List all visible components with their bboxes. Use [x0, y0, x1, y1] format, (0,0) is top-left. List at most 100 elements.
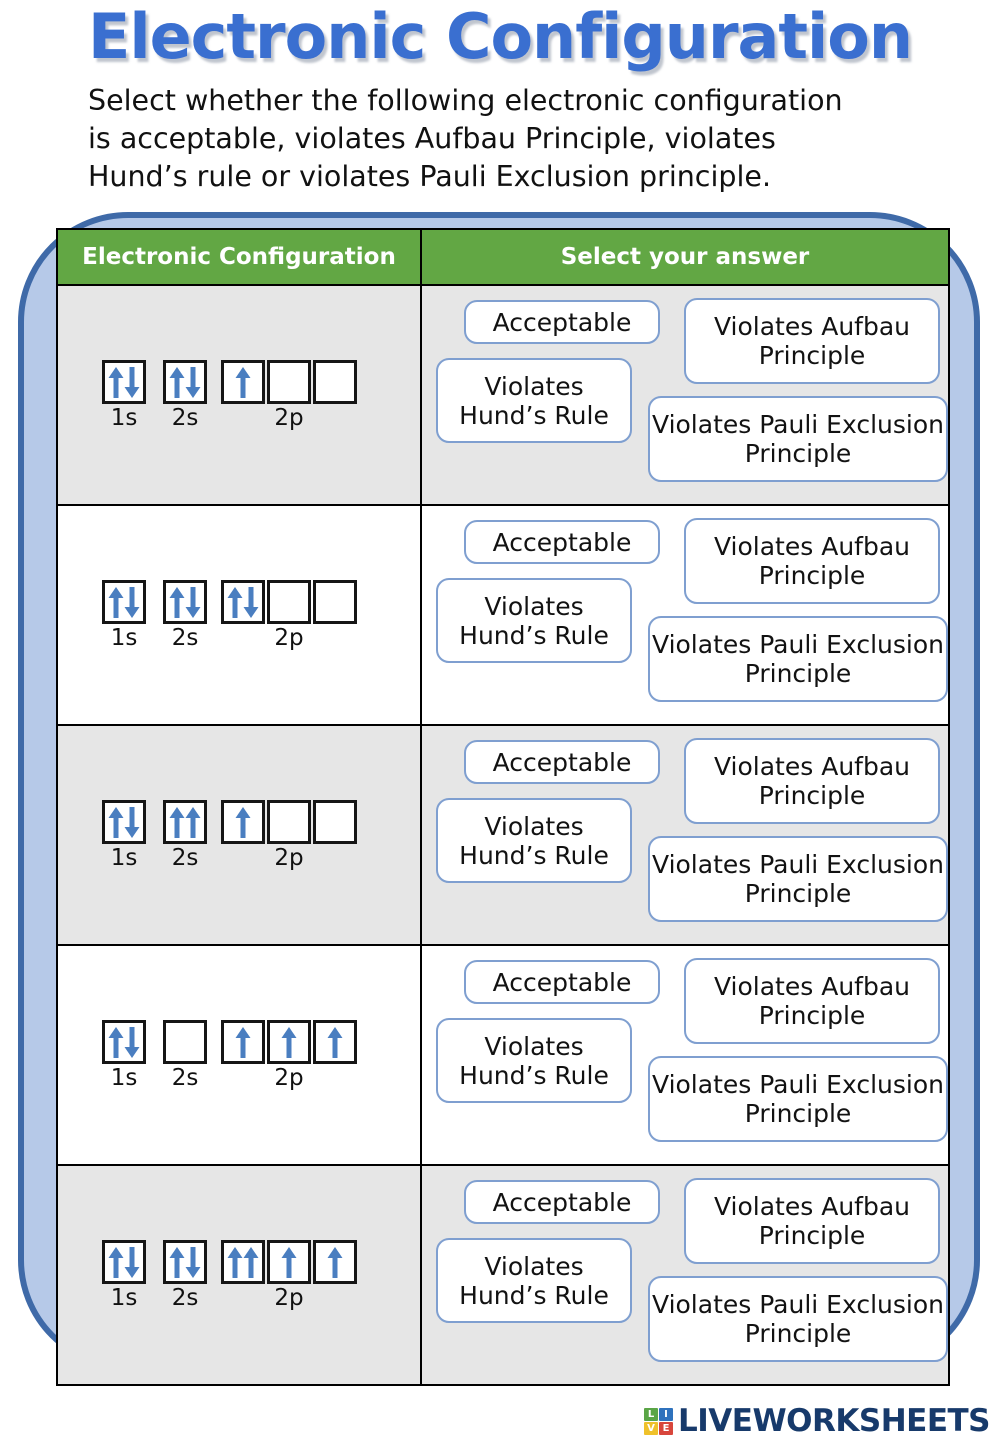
logo-letter-l: L	[644, 1408, 658, 1421]
orbital-spin-paired	[163, 1240, 207, 1284]
answer-options-group: Acceptable Violates Hund’s Rule Violates A…	[422, 1166, 948, 1384]
answer-violates-hund-row2[interactable]: Violates Hund’s Rule	[436, 578, 632, 663]
orbital-label-s2: 2s	[171, 1065, 199, 1091]
orbital-group-s2: 2s	[163, 1240, 207, 1310]
orbital-spin-up	[221, 800, 265, 844]
orbital-spin-paired	[102, 1240, 146, 1284]
logo-letter-grid-icon: L I V E	[644, 1408, 673, 1435]
answer-violates-pauli-row1[interactable]: Violates Pauli Exclusion Principle	[648, 396, 948, 482]
page-title: Electronic Configuration	[88, 0, 913, 73]
table-row: 1s 2s 2p Acceptable Violates Hund’s Rule Viol…	[56, 284, 950, 506]
orbital-label-s1: 1s	[110, 625, 138, 651]
orbital-boxes	[102, 1240, 146, 1284]
answer-violates-aufbau-row1[interactable]: Violates Aufbau Principle	[684, 298, 940, 384]
orbital-empty	[313, 360, 357, 404]
orbital-empty	[267, 580, 311, 624]
answer-violates-hund-row5[interactable]: Violates Hund’s Rule	[436, 1238, 632, 1323]
orbital-group-s1: 1s	[102, 580, 146, 650]
worksheet-table-container: Electronic Configuration Select your ans…	[56, 228, 950, 1386]
instructions-text: Select whether the following electronic …	[88, 82, 948, 196]
table-row: 1s 2s 2p Acceptable Violates Hund’s Rule Viol…	[56, 944, 950, 1166]
answer-violates-pauli-row4[interactable]: Violates Pauli Exclusion Principle	[648, 1056, 948, 1142]
answer-violates-aufbau-row2[interactable]: Violates Aufbau Principle	[684, 518, 940, 604]
orbital-label-p2: 2p	[274, 1285, 304, 1311]
orbital-spin-paired	[102, 800, 146, 844]
orbital-spin-up	[267, 1020, 311, 1064]
answer-acceptable-row5[interactable]: Acceptable	[464, 1180, 660, 1224]
orbital-boxes	[102, 1020, 146, 1064]
orbital-spin-up	[313, 1020, 357, 1064]
instructions-line-3: Hund’s rule or violates Pauli Exclusion …	[88, 159, 771, 193]
orbital-label-p2: 2p	[274, 405, 304, 431]
instructions-line-1: Select whether the following electronic …	[88, 84, 843, 117]
answer-violates-hund-row3[interactable]: Violates Hund’s Rule	[436, 798, 632, 883]
orbital-group-p2: 2p	[221, 800, 357, 870]
orbital-label-p2: 2p	[274, 845, 304, 871]
configuration-cell: 1s 2s 2p	[56, 504, 422, 726]
orbital-empty	[163, 1020, 207, 1064]
answer-cell: Acceptable Violates Hund’s Rule Violates A…	[420, 504, 950, 726]
orbital-label-s2: 2s	[171, 1285, 199, 1311]
answer-violates-aufbau-row3[interactable]: Violates Aufbau Principle	[684, 738, 940, 824]
logo-letter-v: V	[644, 1422, 658, 1435]
orbital-boxes	[221, 1020, 357, 1064]
answer-acceptable-row3[interactable]: Acceptable	[464, 740, 660, 784]
table-row: 1s 2s 2p Acceptable Violates Hund’s Rule Viol…	[56, 504, 950, 726]
orbital-empty	[267, 800, 311, 844]
worksheet-table: Electronic Configuration Select your ans…	[56, 228, 950, 1386]
orbital-spin-paired	[102, 360, 146, 404]
answer-violates-hund-row1[interactable]: Violates Hund’s Rule	[436, 358, 632, 443]
header-electronic-configuration: Electronic Configuration	[56, 228, 422, 286]
orbital-group-s2: 2s	[163, 360, 207, 430]
orbital-boxes	[102, 800, 146, 844]
table-body: 1s 2s 2p Acceptable Violates Hund’s Rule Viol…	[56, 284, 950, 1386]
orbital-group-p2: 2p	[221, 580, 357, 650]
orbital-diagram-row1: 1s 2s 2p	[58, 360, 420, 430]
orbital-label-p2: 2p	[274, 625, 304, 651]
configuration-cell: 1s 2s 2p	[56, 1164, 422, 1386]
liveworksheets-logo: L I V E LIVEWORKSHEETS	[644, 1406, 991, 1437]
answer-violates-aufbau-row4[interactable]: Violates Aufbau Principle	[684, 958, 940, 1044]
orbital-spin-paired	[221, 580, 265, 624]
orbital-boxes	[102, 580, 146, 624]
orbital-label-s1: 1s	[110, 1065, 138, 1091]
orbital-group-s2: 2s	[163, 1020, 207, 1090]
orbital-spin-paired	[102, 1020, 146, 1064]
answer-violates-pauli-row5[interactable]: Violates Pauli Exclusion Principle	[648, 1276, 948, 1362]
answer-violates-pauli-row2[interactable]: Violates Pauli Exclusion Principle	[648, 616, 948, 702]
answer-acceptable-row4[interactable]: Acceptable	[464, 960, 660, 1004]
orbital-label-s1: 1s	[110, 845, 138, 871]
orbital-spin-paired	[163, 580, 207, 624]
answer-options-group: Acceptable Violates Hund’s Rule Violates A…	[422, 506, 948, 724]
configuration-cell: 1s 2s 2p	[56, 724, 422, 946]
orbital-group-p2: 2p	[221, 360, 357, 430]
orbital-group-s1: 1s	[102, 360, 146, 430]
orbital-spin-up	[313, 1240, 357, 1284]
orbital-spin-up	[221, 360, 265, 404]
orbital-boxes	[163, 1240, 207, 1284]
orbital-boxes	[163, 1020, 207, 1064]
answer-cell: Acceptable Violates Hund’s Rule Violates A…	[420, 944, 950, 1166]
answer-options-group: Acceptable Violates Hund’s Rule Violates A…	[422, 286, 948, 504]
orbital-boxes	[102, 360, 146, 404]
answer-violates-aufbau-row5[interactable]: Violates Aufbau Principle	[684, 1178, 940, 1264]
logo-letter-i: I	[659, 1408, 673, 1421]
table-row: 1s 2s 2p Acceptable Violates Hund’s Rule Viol…	[56, 1164, 950, 1386]
answer-acceptable-row1[interactable]: Acceptable	[464, 300, 660, 344]
orbital-diagram-row3: 1s 2s 2p	[58, 800, 420, 870]
orbital-boxes	[221, 800, 357, 844]
orbital-label-p2: 2p	[274, 1065, 304, 1091]
orbital-spin-paired	[163, 360, 207, 404]
answer-violates-pauli-row3[interactable]: Violates Pauli Exclusion Principle	[648, 836, 948, 922]
answer-acceptable-row2[interactable]: Acceptable	[464, 520, 660, 564]
answer-options-group: Acceptable Violates Hund’s Rule Violates A…	[422, 726, 948, 944]
orbital-boxes	[163, 580, 207, 624]
orbital-boxes	[221, 1240, 357, 1284]
orbital-spin-parallel	[163, 800, 207, 844]
orbital-diagram-row5: 1s 2s 2p	[58, 1240, 420, 1310]
orbital-boxes	[221, 360, 357, 404]
orbital-spin-up	[267, 1240, 311, 1284]
answer-violates-hund-row4[interactable]: Violates Hund’s Rule	[436, 1018, 632, 1103]
orbital-boxes	[163, 360, 207, 404]
orbital-group-s1: 1s	[102, 1240, 146, 1310]
